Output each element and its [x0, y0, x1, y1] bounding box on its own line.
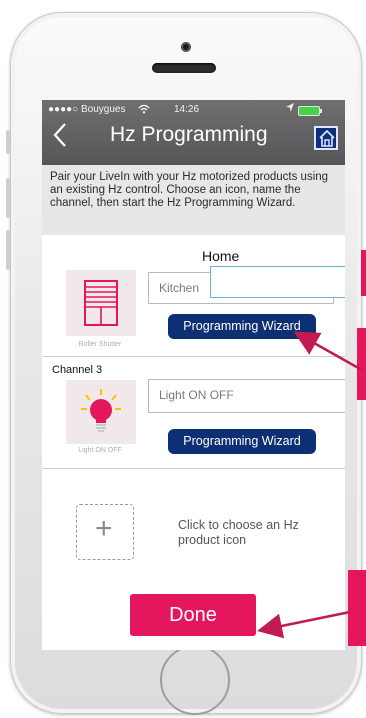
annotation-arrow: [0, 0, 366, 718]
